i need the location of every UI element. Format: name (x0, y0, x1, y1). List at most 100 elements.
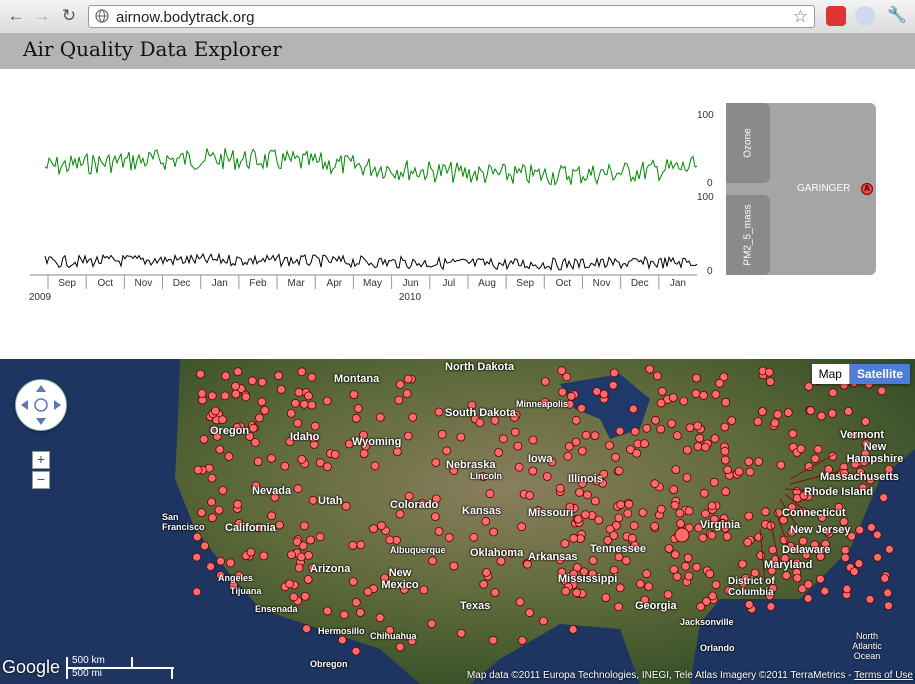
monitor-marker[interactable] (842, 584, 852, 594)
monitor-marker[interactable] (577, 403, 586, 413)
monitor-marker[interactable] (715, 378, 724, 388)
monitor-marker[interactable] (682, 473, 692, 482)
monitor-marker[interactable] (744, 457, 754, 467)
monitor-marker[interactable] (744, 600, 754, 609)
monitor-marker[interactable] (257, 397, 267, 407)
monitor-marker[interactable] (257, 377, 267, 387)
monitor-marker[interactable] (218, 415, 227, 425)
monitor-marker[interactable] (693, 421, 702, 431)
monitor-marker[interactable] (513, 441, 523, 451)
monitor-marker[interactable] (246, 547, 256, 557)
monitor-marker[interactable] (220, 391, 230, 401)
monitor-marker[interactable] (307, 372, 317, 382)
monitor-marker[interactable] (310, 421, 320, 431)
monitor-marker[interactable] (482, 568, 491, 577)
monitor-marker[interactable] (583, 490, 592, 500)
monitor-marker[interactable] (315, 458, 325, 468)
monitor-marker[interactable] (609, 531, 619, 540)
monitor-marker[interactable] (221, 371, 231, 381)
monitor-marker[interactable] (289, 592, 299, 602)
monitor-marker[interactable] (285, 579, 295, 589)
monitor-marker[interactable] (525, 608, 534, 618)
monitor-marker[interactable] (683, 445, 692, 455)
monitor-marker[interactable] (776, 460, 786, 470)
monitor-marker[interactable] (796, 444, 806, 454)
monitor-marker[interactable] (348, 577, 358, 587)
monitor-marker[interactable] (294, 388, 304, 397)
monitor-marker[interactable] (293, 418, 303, 428)
monitor-marker[interactable] (880, 573, 890, 583)
monitor-marker[interactable] (601, 593, 611, 603)
monitor-marker[interactable] (879, 493, 889, 503)
monitor-marker[interactable] (692, 373, 701, 383)
monitor-marker[interactable] (449, 561, 459, 571)
monitor-marker[interactable] (575, 487, 584, 497)
monitor-marker[interactable] (672, 572, 682, 582)
monitor-marker[interactable] (841, 553, 850, 563)
reload-icon[interactable]: ↻ (58, 5, 80, 27)
monitor-marker[interactable] (351, 413, 361, 423)
monitor-marker[interactable] (356, 540, 366, 550)
monitor-marker[interactable] (564, 442, 574, 451)
monitor-marker[interactable] (231, 381, 240, 391)
time-axis[interactable]: Sep Oct Nov Dec Jan Feb Mar Apr May Jun Jul Aug Sep O… (29, 274, 697, 303)
monitor-marker[interactable] (392, 447, 402, 456)
monitor-marker[interactable] (266, 453, 276, 463)
monitor-marker[interactable] (734, 467, 744, 476)
selected-marker[interactable] (674, 527, 690, 543)
monitor-marker[interactable] (351, 646, 361, 656)
monitor-marker[interactable] (844, 407, 853, 416)
monitor-marker[interactable] (193, 465, 203, 475)
monitor-marker[interactable] (528, 435, 538, 445)
monitor-marker[interactable] (883, 588, 893, 598)
monitor-marker[interactable] (701, 442, 710, 452)
monitor-marker[interactable] (792, 573, 802, 583)
monitor-marker[interactable] (638, 508, 648, 518)
monitor-marker[interactable] (561, 586, 571, 596)
monitor-marker[interactable] (855, 525, 865, 535)
monitor-marker[interactable] (207, 497, 216, 507)
monitor-marker[interactable] (657, 386, 667, 396)
monitor-marker[interactable] (590, 496, 600, 506)
monitor-marker[interactable] (322, 606, 332, 616)
monitor-marker[interactable] (207, 473, 217, 483)
monitor-marker[interactable] (207, 391, 217, 401)
monitor-marker[interactable] (705, 569, 715, 579)
monitor-marker[interactable] (307, 400, 317, 410)
monitor-marker[interactable] (629, 404, 638, 414)
monitor-marker[interactable] (599, 389, 609, 399)
monitor-marker[interactable] (827, 409, 837, 418)
monitor-marker[interactable] (720, 455, 730, 465)
monitor-marker[interactable] (370, 461, 380, 471)
monitor-marker[interactable] (299, 521, 309, 531)
monitor-marker[interactable] (758, 407, 767, 416)
monitor-marker[interactable] (224, 452, 234, 461)
monitor-marker[interactable] (557, 366, 567, 376)
monitor-marker[interactable] (667, 419, 676, 428)
monitor-marker[interactable] (754, 457, 764, 466)
monitor-marker[interactable] (558, 387, 567, 397)
monitor-marker[interactable] (197, 389, 207, 398)
monitor-marker[interactable] (322, 462, 332, 472)
monitor-marker[interactable] (218, 485, 228, 495)
monitor-marker[interactable] (699, 391, 708, 400)
monitor-marker[interactable] (375, 412, 385, 422)
monitor-marker[interactable] (744, 511, 754, 521)
monitor-marker[interactable] (375, 613, 385, 623)
extension-icon[interactable] (826, 6, 846, 26)
monitor-marker[interactable] (581, 430, 591, 440)
monitor-marker[interactable] (199, 434, 209, 444)
monitor-marker[interactable] (721, 398, 731, 407)
monitor-marker[interactable] (820, 586, 830, 596)
monitor-marker[interactable] (286, 409, 296, 418)
monitor-marker[interactable] (560, 539, 570, 548)
monitor-marker[interactable] (672, 431, 682, 440)
monitor-marker[interactable] (428, 556, 437, 566)
monitor-marker[interactable] (698, 533, 708, 543)
monitor-marker[interactable] (720, 446, 730, 456)
monitor-marker[interactable] (840, 545, 850, 555)
monitor-marker[interactable] (773, 410, 783, 419)
monitor-marker[interactable] (813, 444, 823, 454)
monitor-marker[interactable] (656, 424, 666, 434)
monitor-marker[interactable] (403, 374, 413, 384)
